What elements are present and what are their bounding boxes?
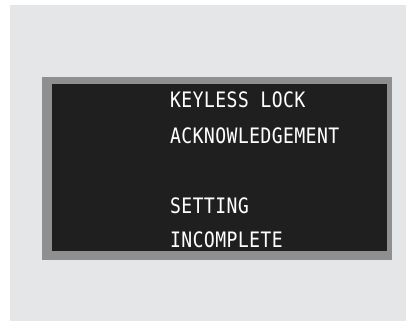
message-line-2: ACKNOWLEDGEMENT (170, 124, 340, 148)
message-line-1: KEYLESS LOCK (170, 88, 306, 112)
message-line-4: INCOMPLETE (170, 228, 284, 251)
dashboard-display: KEYLESS LOCK ACKNOWLEDGEMENT SETTING INC… (52, 84, 387, 251)
message-line-3: SETTING (170, 194, 250, 218)
